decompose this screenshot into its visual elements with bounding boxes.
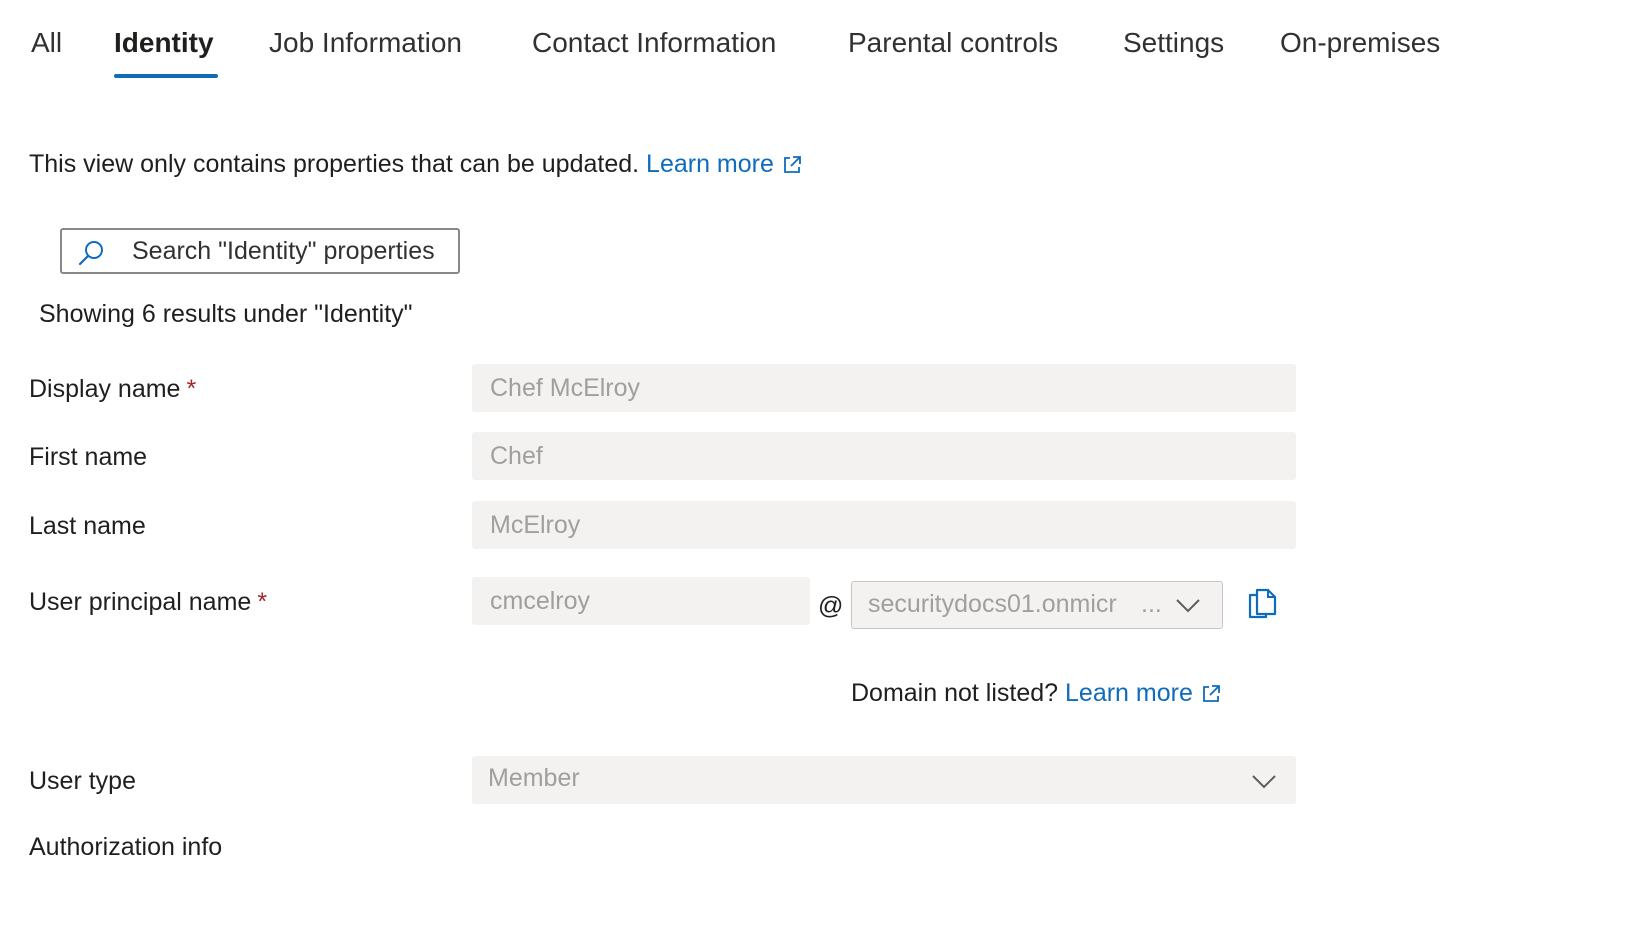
upn-field[interactable] [472, 577, 810, 625]
external-link-icon [782, 153, 802, 182]
first-name-label: First name [29, 443, 148, 471]
user-type-label: User type [29, 767, 136, 795]
tab-job-information[interactable]: Job Information [269, 26, 462, 60]
authorization-info-label: Authorization info [29, 833, 223, 861]
at-sign: @ [818, 592, 844, 620]
domain-note: Domain not listed? Learn more [851, 679, 1221, 711]
external-link-icon [1201, 682, 1221, 711]
upn-input[interactable] [490, 584, 790, 618]
copy-icon[interactable] [1246, 586, 1278, 625]
tab-contact-information[interactable]: Contact Information [532, 26, 776, 60]
first-name-field[interactable] [472, 432, 1296, 480]
first-name-input[interactable] [490, 439, 1270, 473]
tab-settings[interactable]: Settings [1123, 26, 1224, 60]
required-marker: * [257, 588, 268, 616]
search-input[interactable] [132, 234, 452, 268]
results-count: Showing 6 results under "Identity" [39, 300, 413, 328]
tab-parental-controls[interactable]: Parental controls [848, 26, 1058, 60]
search-box[interactable] [60, 228, 460, 274]
display-name-field[interactable] [472, 364, 1296, 412]
info-text: This view only contains properties that … [29, 150, 640, 178]
user-type-dropdown[interactable]: Member [472, 756, 1296, 804]
learn-more-link[interactable]: Learn more [646, 150, 802, 178]
last-name-input[interactable] [490, 508, 1270, 542]
tab-identity[interactable]: Identity [114, 26, 214, 60]
last-name-label: Last name [29, 512, 146, 540]
info-line: This view only contains properties that … [29, 150, 802, 182]
domain-value: securitydocs01.onmicr [868, 590, 1117, 618]
display-name-label: Display name * [29, 375, 197, 403]
user-type-value: Member [488, 764, 580, 792]
display-name-input[interactable] [490, 371, 1270, 405]
domain-dropdown[interactable]: securitydocs01.onmicr ... [851, 581, 1223, 629]
tab-on-premises[interactable]: On-premises [1280, 26, 1440, 60]
active-tab-indicator [114, 74, 218, 78]
tab-bar: All Identity Job Information Contact Inf… [0, 0, 1628, 80]
domain-note-text: Domain not listed? [851, 679, 1059, 707]
tab-all[interactable]: All [31, 26, 62, 60]
chevron-down-icon [1250, 771, 1278, 796]
domain-learn-more-link[interactable]: Learn more [1065, 679, 1221, 707]
last-name-field[interactable] [472, 501, 1296, 549]
domain-ellipsis: ... [1141, 590, 1162, 618]
chevron-down-icon [1174, 595, 1202, 620]
required-marker: * [186, 375, 197, 403]
upn-label: User principal name * [29, 588, 268, 616]
search-icon [76, 239, 106, 272]
